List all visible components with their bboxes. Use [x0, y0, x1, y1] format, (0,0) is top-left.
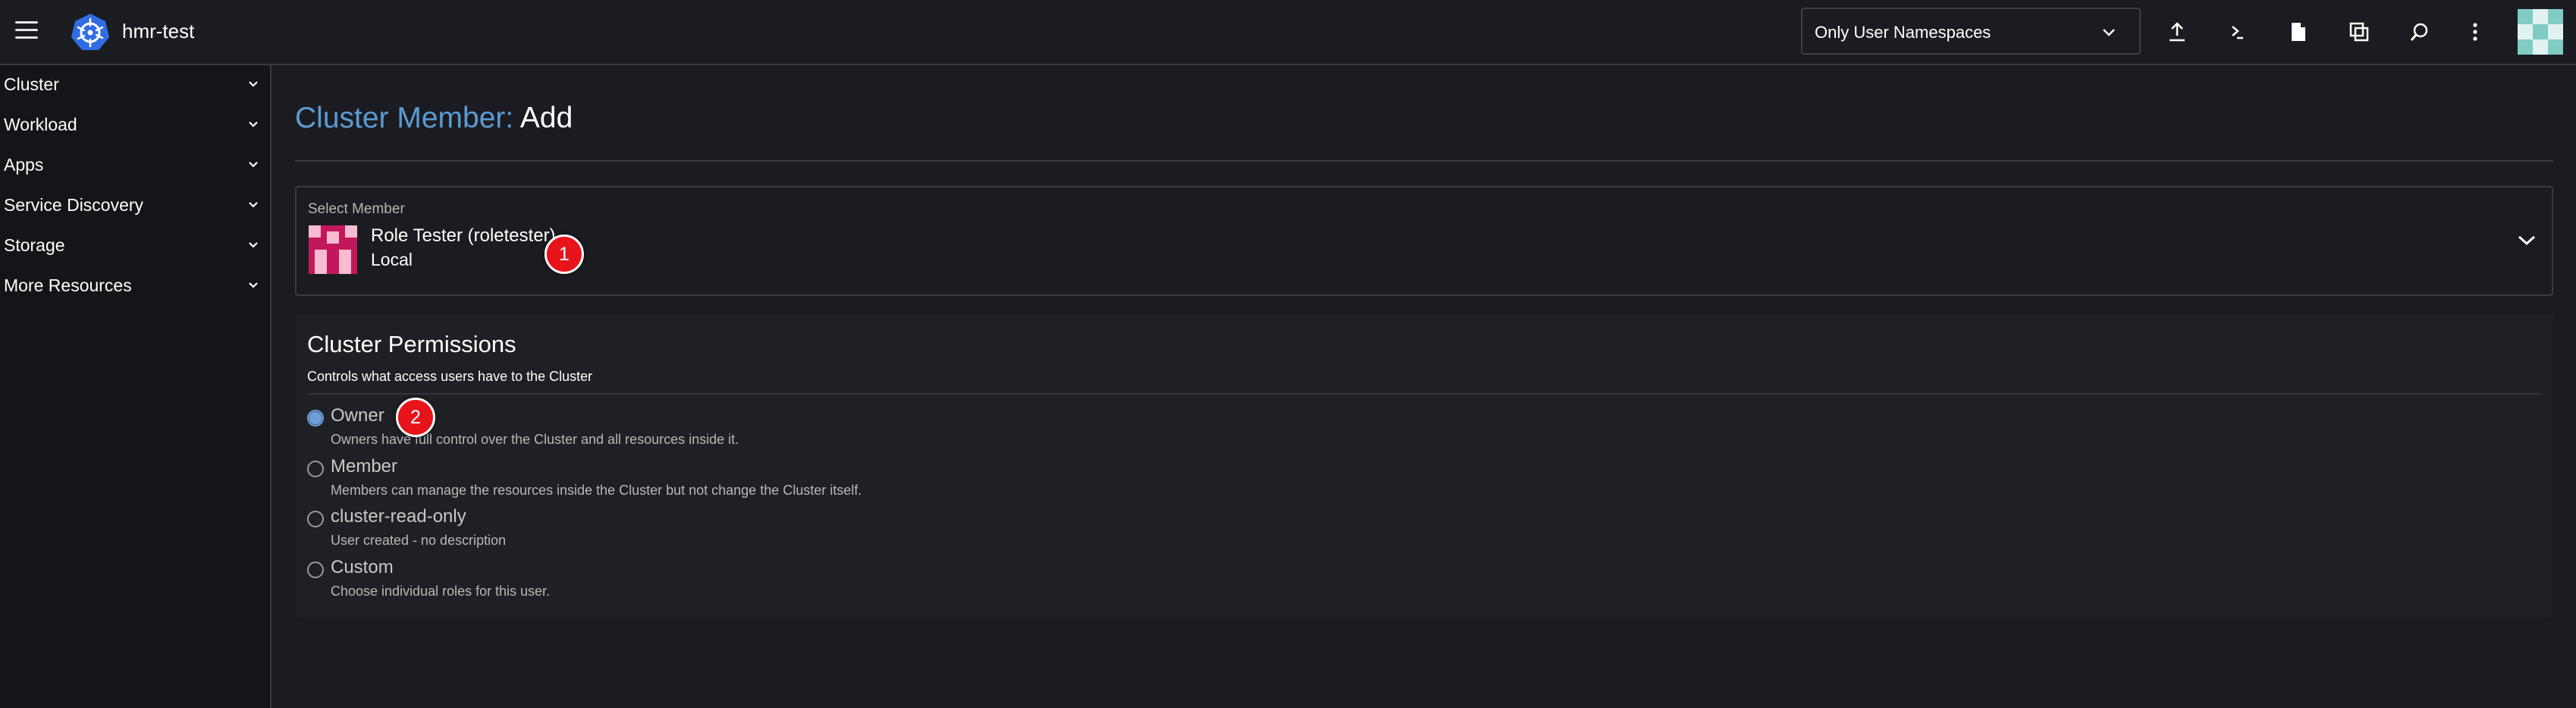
sidebar-item-apps[interactable]: Apps	[0, 146, 270, 184]
permission-option-description: Owners have full control over the Cluste…	[331, 432, 739, 447]
file-icon[interactable]	[2283, 17, 2314, 47]
radio-button[interactable]	[307, 511, 324, 527]
namespace-filter-select[interactable]: Only User Namespaces	[1801, 8, 2141, 55]
permission-option-cluster-read-only[interactable]: cluster-read-only User created - no desc…	[307, 506, 1369, 552]
permission-option-label: Member	[331, 456, 398, 477]
cluster-permissions-subtitle: Controls what access users have to the C…	[307, 369, 593, 384]
sidebar-item-label: Storage	[4, 235, 65, 255]
sidebar-item-service-discovery[interactable]: Service Discovery	[0, 186, 270, 224]
user-avatar-icon[interactable]	[2518, 9, 2563, 55]
upload-icon[interactable]	[2162, 17, 2192, 47]
copy-config-icon[interactable]	[2344, 17, 2374, 47]
radio-button-checked[interactable]	[307, 410, 324, 426]
sidebar-item-workload[interactable]: Workload	[0, 105, 270, 143]
page-title: Cluster Member: Add	[295, 102, 573, 135]
permission-option-label: Owner	[331, 405, 384, 426]
sidebar: Cluster Workload Apps Service Discovery …	[0, 65, 271, 708]
chevron-down-icon	[249, 242, 258, 248]
top-header: hmr-test Only User Namespaces	[0, 0, 2576, 65]
member-name: Role Tester (roletester)	[371, 225, 556, 246]
title-divider	[295, 160, 2553, 162]
permission-option-custom[interactable]: Custom Choose individual roles for this …	[307, 557, 1369, 603]
page-title-resource[interactable]: Cluster Member:	[295, 102, 513, 134]
sidebar-item-storage[interactable]: Storage	[0, 226, 270, 264]
chevron-down-icon	[249, 81, 258, 87]
radio-button[interactable]	[307, 562, 324, 578]
terminal-icon[interactable]	[2223, 17, 2253, 47]
cluster-permissions-card: Cluster Permissions Controls what access…	[295, 314, 2553, 618]
search-icon[interactable]	[2405, 17, 2435, 47]
namespace-filter-value: Only User Namespaces	[1815, 23, 1991, 42]
select-member-dropdown[interactable]: Select Member Role Tester (roletester) L…	[295, 186, 2553, 296]
sidebar-item-label: Apps	[4, 155, 44, 175]
sidebar-item-cluster[interactable]: Cluster	[0, 65, 270, 103]
sidebar-item-more-resources[interactable]: More Resources	[0, 266, 270, 304]
permission-option-label: cluster-read-only	[331, 506, 466, 527]
permission-option-description: Members can manage the resources inside …	[331, 483, 862, 498]
permission-option-label: Custom	[331, 557, 394, 577]
chevron-down-icon	[2103, 29, 2115, 36]
page-title-action: Add	[519, 102, 573, 134]
chevron-down-icon	[2518, 235, 2536, 246]
sidebar-item-label: Cluster	[4, 74, 59, 94]
more-vertical-icon[interactable]	[2460, 17, 2490, 47]
member-provider: Local	[371, 250, 413, 269]
chevron-down-icon	[249, 282, 258, 288]
chevron-down-icon	[249, 162, 258, 168]
annotation-badge-1: 1	[544, 234, 584, 274]
cluster-name: hmr-test	[122, 20, 195, 42]
sidebar-item-label: Service Discovery	[4, 195, 144, 215]
annotation-badge-2: 2	[396, 398, 435, 437]
chevron-down-icon	[249, 202, 258, 208]
permission-option-description: Choose individual roles for this user.	[331, 584, 551, 599]
kubernetes-logo-icon[interactable]	[70, 12, 111, 53]
menu-icon[interactable]	[15, 21, 38, 39]
select-member-label: Select Member	[308, 201, 405, 217]
cluster-permissions-title: Cluster Permissions	[307, 331, 516, 357]
permission-option-owner[interactable]: Owner Owners have full control over the …	[307, 405, 1369, 451]
permissions-divider	[307, 393, 2541, 395]
chevron-down-icon	[249, 121, 258, 127]
permission-option-description: User created - no description	[331, 533, 507, 548]
member-avatar-icon	[309, 225, 357, 274]
sidebar-item-label: Workload	[4, 115, 77, 134]
radio-button[interactable]	[307, 461, 324, 477]
sidebar-item-label: More Resources	[4, 275, 132, 295]
permission-option-member[interactable]: Member Members can manage the resources …	[307, 456, 1369, 502]
